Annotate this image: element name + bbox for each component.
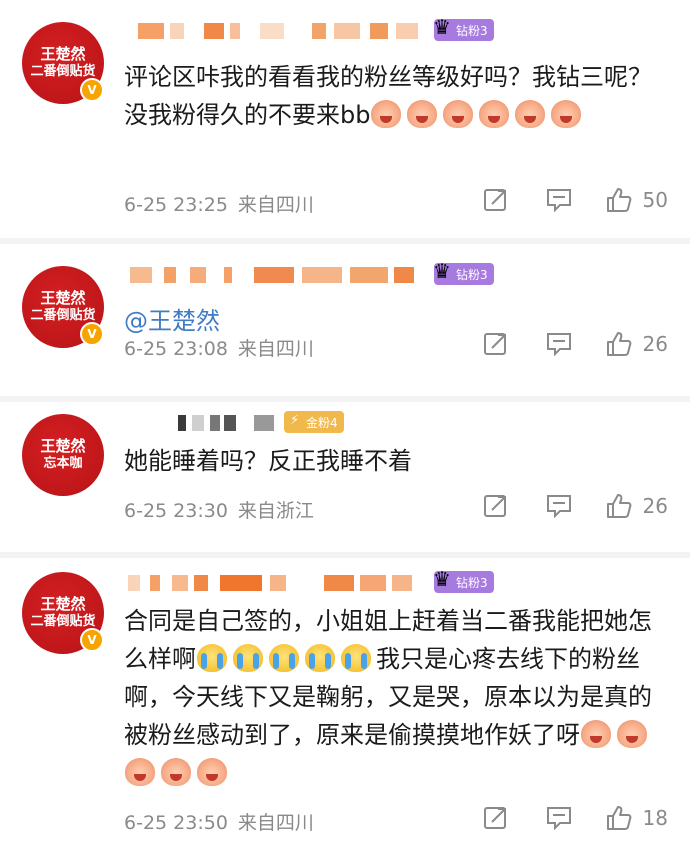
pig-laugh-icon [551, 100, 582, 128]
comment-item: 王楚然 二番倒贴货 V ♛ 钻粉3 评论区咔我的看看我的粉丝等级好吗？我钻三呢？… [0, 0, 690, 216]
crown-icon: ♛ [433, 15, 451, 39]
comment-location: 来自浙江 [237, 500, 314, 522]
fan-level-badge: ⚡ 金粉4 [284, 411, 344, 433]
crying-face-icon [305, 644, 335, 672]
username-row[interactable]: ♛ 钻粉3 [124, 566, 494, 598]
comment-meta: 6-25 23:25 来自四川 [124, 190, 314, 217]
comment-icon [546, 189, 571, 213]
comment-item: 王楚然 忘本咖 ⚡ 金粉4 她能睡着吗？反正我睡不着 6-25 23:30 来自浙… [0, 402, 690, 552]
comment-icon [546, 333, 571, 357]
comment-time: 6-25 23:50 [124, 812, 228, 834]
comment-actions: 18 [483, 804, 668, 832]
thumbs-up-icon [606, 806, 631, 830]
comment-item: 王楚然 二番倒贴货 V ♛ 钻粉3 @王楚然 6-25 23:08 来自四川 2… [0, 244, 690, 396]
fan-level-badge: ♛ 钻粉3 [433, 567, 494, 593]
reply-button[interactable] [545, 805, 573, 831]
username-blurred[interactable] [124, 17, 424, 43]
share-button[interactable] [483, 493, 509, 519]
fan-level-label: 钻粉3 [456, 267, 488, 282]
share-button[interactable] [483, 187, 509, 213]
username-blurred[interactable] [124, 261, 424, 287]
like-button[interactable]: 26 [605, 492, 668, 520]
username-row[interactable]: ♛ 钻粉3 [124, 258, 494, 290]
comment-item: 王楚然 二番倒贴货 V ♛ 钻粉3 合同是自己签的，小姐姐上赶着当二番我能把她怎… [0, 558, 690, 858]
fan-level-badge: ♛ 钻粉3 [433, 15, 494, 41]
username-blurred[interactable] [124, 409, 274, 435]
comment-actions: 50 [483, 186, 668, 214]
crying-face-icon [341, 644, 371, 672]
crying-face-icon [269, 644, 299, 672]
pig-laugh-icon [371, 100, 402, 128]
comment-meta: 6-25 23:50 来自四川 [124, 808, 314, 835]
share-icon [483, 189, 506, 211]
comment-location: 来自四川 [237, 812, 314, 834]
avatar[interactable]: 王楚然 忘本咖 [22, 414, 104, 496]
mention-link[interactable]: @王楚然 [124, 307, 220, 335]
comment-location: 来自四川 [237, 194, 314, 216]
comment-meta: 6-25 23:30 来自浙江 [124, 496, 314, 523]
comment-time: 6-25 23:25 [124, 194, 228, 216]
comment-text-body: 她能睡着吗？反正我睡不着 [124, 447, 412, 475]
verified-badge-icon: V [80, 322, 104, 346]
thumbs-up-icon [606, 188, 631, 212]
pig-laugh-icon [479, 100, 510, 128]
fan-level-label: 钻粉3 [456, 575, 488, 590]
reply-button[interactable] [545, 493, 573, 519]
pig-laugh-icon [617, 720, 647, 748]
like-button[interactable]: 18 [605, 804, 668, 832]
verified-badge-icon: V [80, 78, 104, 102]
fan-level-badge: ♛ 钻粉3 [433, 259, 494, 285]
bolt-icon: ⚡ [290, 413, 300, 428]
pig-laugh-icon [443, 100, 474, 128]
like-button[interactable]: 50 [605, 186, 668, 214]
share-button[interactable] [483, 331, 509, 357]
comment-text: 合同是自己签的，小姐姐上赶着当二番我能把她怎么样啊 我只是心疼去线下的粉丝啊，今天… [124, 602, 668, 792]
comment-actions: 26 [483, 330, 668, 358]
username-row[interactable]: ♛ 钻粉3 [124, 14, 494, 46]
crown-icon: ♛ [433, 567, 451, 591]
avatar-text-line1: 王楚然 [40, 595, 86, 613]
like-button[interactable]: 26 [605, 330, 668, 358]
avatar-text-line1: 王楚然 [40, 437, 86, 455]
pig-laugh-icon [407, 100, 438, 128]
pig-laugh-icon [515, 100, 546, 128]
share-icon [483, 333, 506, 355]
crown-icon: ♛ [433, 259, 451, 283]
reply-button[interactable] [545, 331, 573, 357]
pig-laugh-icon [581, 720, 611, 748]
thumbs-up-icon [606, 332, 631, 356]
pig-laugh-icon [197, 758, 227, 786]
crying-face-icon [197, 644, 227, 672]
comment-location: 来自四川 [237, 338, 314, 360]
comment-actions: 26 [483, 492, 668, 520]
username-row[interactable]: ⚡ 金粉4 [124, 406, 344, 438]
comment-text: 她能睡着吗？反正我睡不着 [124, 442, 668, 480]
comment-icon [546, 495, 571, 519]
comment-icon [546, 807, 571, 831]
crying-face-icon [233, 644, 263, 672]
like-count: 50 [642, 188, 668, 212]
share-icon [483, 807, 506, 829]
like-count: 18 [642, 806, 668, 830]
comment-time: 6-25 23:30 [124, 500, 228, 522]
share-icon [483, 495, 506, 517]
avatar-text-line1: 王楚然 [40, 289, 86, 307]
avatar-text-line1: 王楚然 [40, 45, 86, 63]
share-button[interactable] [483, 805, 509, 831]
pig-laugh-icon [125, 758, 155, 786]
like-count: 26 [642, 494, 668, 518]
avatar-text-line2: 忘本咖 [43, 456, 83, 471]
fan-level-label: 钻粉3 [456, 23, 488, 38]
fan-level-label: 金粉4 [306, 415, 338, 430]
thumbs-up-icon [606, 494, 631, 518]
comment-time: 6-25 23:08 [124, 338, 228, 360]
like-count: 26 [642, 332, 668, 356]
verified-badge-icon: V [80, 628, 104, 652]
username-blurred[interactable] [124, 569, 424, 595]
reply-button[interactable] [545, 187, 573, 213]
comment-meta: 6-25 23:08 来自四川 [124, 334, 314, 361]
pig-laugh-icon [161, 758, 191, 786]
comment-text: 评论区咔我的看看我的粉丝等级好吗？我钻三呢？没我粉得久的不要来bb [124, 58, 668, 134]
